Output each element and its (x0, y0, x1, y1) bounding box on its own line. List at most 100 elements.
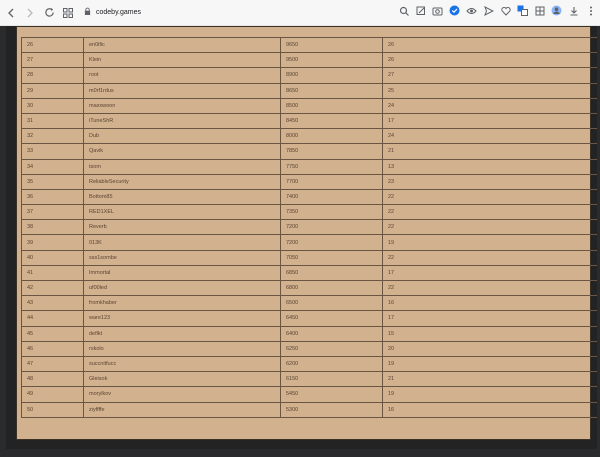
solved-cell: 26 (382, 52, 600, 69)
table-row: 38 Reverb 7200 22 (21, 219, 600, 236)
send-icon[interactable] (483, 5, 494, 16)
username-cell: sss1sombe (83, 249, 281, 266)
solved-cell: 17 (382, 264, 600, 282)
username-cell: Gleisok (83, 371, 281, 388)
username-cell: deflkt (83, 325, 281, 342)
rank-cell: 32 (21, 128, 84, 145)
menu-icon[interactable] (585, 5, 596, 16)
rank-cell: 43 (21, 295, 84, 312)
solved-cell: 21 (382, 143, 600, 160)
points-cell: 7200 (280, 234, 383, 251)
table-row: 43 fromkhaber 6500 16 (21, 295, 600, 312)
username-cell: RED1XEL (83, 204, 281, 221)
scoreboard-panel: 26 en0ific 9650 26 27 Klein 9500 26 28 root 8900 27… (6, 26, 600, 449)
solved-cell: 23 (382, 173, 600, 190)
rank-cell: 50 (21, 401, 84, 418)
rank-cell: 39 (21, 234, 84, 251)
tabs-icon[interactable] (60, 5, 76, 21)
address-bar[interactable]: codeby.games (84, 7, 141, 18)
rank-cell: 45 (21, 325, 84, 342)
translate-icon[interactable] (517, 5, 528, 16)
username-cell: ware123 (83, 310, 281, 327)
back-icon[interactable] (3, 5, 19, 21)
points-cell: 9650 (280, 36, 383, 54)
heart-icon[interactable] (500, 5, 511, 16)
page-content: 26 en0ific 9650 26 27 Klein 9500 26 28 root 8900 27… (0, 26, 600, 457)
rank-cell: 48 (21, 371, 84, 388)
points-cell: 7700 (280, 173, 383, 190)
rank-cell: 46 (21, 340, 84, 357)
username-cell: Klein (83, 52, 281, 69)
rank-cell: 40 (21, 249, 84, 266)
rank-cell: 33 (21, 143, 84, 160)
solved-cell: 19 (382, 386, 600, 403)
table-row: 46 rskolo 6250 20 (21, 340, 600, 357)
solved-cell: 24 (382, 97, 600, 114)
table-row: 40 sss1sombe 7050 22 (21, 249, 600, 266)
username-cell: Dub (83, 128, 281, 145)
username-cell: tsom (83, 158, 281, 175)
solved-cell: 13 (382, 158, 600, 175)
username-cell: root (83, 67, 281, 84)
eye-icon[interactable] (466, 5, 477, 16)
search-icon[interactable] (398, 5, 409, 16)
solved-cell: 15 (382, 325, 600, 342)
solved-cell: 16 (382, 401, 600, 418)
rank-cell: 29 (21, 82, 84, 99)
solved-cell: 17 (382, 310, 600, 327)
rank-cell: 35 (21, 173, 84, 190)
table-row: 33 Qavik 7850 21 (21, 143, 600, 160)
points-cell: 7200 (280, 219, 383, 236)
rank-cell: 30 (21, 97, 84, 114)
camera-icon[interactable] (432, 5, 443, 16)
username-cell: fromkhaber (83, 295, 281, 312)
username-cell: ReliableSecurity (83, 173, 281, 190)
browser-toolbar: codeby.games (0, 0, 600, 26)
table-row: 29 m0rf1rdus 8650 25 (21, 82, 600, 99)
lock-icon (84, 7, 91, 18)
username-cell: 013K (83, 234, 281, 251)
shield-icon[interactable] (449, 5, 460, 16)
solved-cell: 22 (382, 188, 600, 206)
rank-cell: 37 (21, 204, 84, 221)
points-cell: 9500 (280, 52, 383, 69)
username-cell: Bottom85 (83, 188, 281, 206)
edit-icon[interactable] (415, 5, 426, 16)
points-cell: 7750 (280, 158, 383, 175)
points-cell: 6500 (280, 295, 383, 312)
username-cell: maxxwoon (83, 97, 281, 114)
profile-icon[interactable] (551, 5, 562, 16)
reload-icon[interactable] (41, 5, 57, 21)
table-row: 36 Bottom85 7400 22 (21, 188, 600, 206)
solved-cell: 24 (382, 128, 600, 145)
rank-cell: 28 (21, 67, 84, 84)
table-row: 42 uf00led 6800 22 (21, 279, 600, 297)
table-row: 45 deflkt 6400 15 (21, 325, 600, 342)
forward-icon[interactable] (22, 5, 38, 21)
rank-cell: 26 (21, 36, 84, 54)
download-icon[interactable] (568, 5, 579, 16)
solved-cell: 22 (382, 219, 600, 236)
username-cell: rskolo (83, 340, 281, 357)
rank-cell: 36 (21, 188, 84, 206)
rank-cell: 41 (21, 264, 84, 282)
table-row: 35 ReliableSecurity 7700 23 (21, 173, 600, 190)
solved-cell: 19 (382, 355, 600, 373)
table-row: 49 morylkov 5450 19 (21, 386, 600, 403)
table-row: 48 Gleisok 6150 21 (21, 371, 600, 388)
points-cell: 6800 (280, 279, 383, 297)
points-cell: 8500 (280, 97, 383, 114)
points-cell: 6850 (280, 264, 383, 282)
rank-cell: 47 (21, 355, 84, 373)
points-cell: 8900 (280, 67, 383, 84)
solved-cell: 27 (382, 67, 600, 84)
username-cell: uf00led (83, 279, 281, 297)
scoreboard-table: 26 en0ific 9650 26 27 Klein 9500 26 28 root 8900 27… (21, 36, 600, 418)
username-cell: morylkov (83, 386, 281, 403)
rank-cell: 42 (21, 279, 84, 297)
points-cell: 7400 (280, 188, 383, 206)
extensions-icon[interactable] (534, 5, 545, 16)
solved-cell: 20 (382, 340, 600, 357)
solved-cell: 22 (382, 279, 600, 297)
points-cell: 7350 (280, 204, 383, 221)
